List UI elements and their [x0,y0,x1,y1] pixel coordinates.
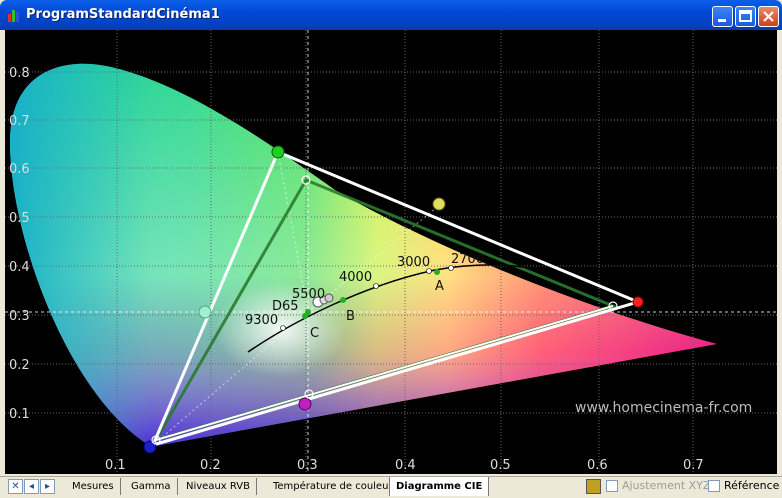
y-tick: 0.7 [9,114,30,129]
grid-icon[interactable] [586,479,601,494]
maximize-icon [739,10,752,22]
tab-mesures[interactable]: Mesures [66,478,121,495]
red-primary-point [632,296,644,308]
app-window: ProgramStandardCinéma1 0.8 0.7 0.6 0.5 0… [0,0,782,498]
ajustement-label: Ajustement XYZ [622,479,711,492]
x-tick: 0.3 [297,458,318,473]
x-tick: 0.1 [105,458,126,473]
cct-label-4000: 4000 [339,270,372,285]
y-tick: 0.3 [9,309,30,324]
illuminant-b-label: B [346,309,355,324]
close-button[interactable] [758,6,779,27]
tab-niveaux-rvb[interactable]: Niveaux RVB [180,478,257,495]
y-tick: 0.2 [9,358,30,373]
illuminant-a-label: A [435,279,444,294]
reference-checkbox[interactable] [708,480,720,492]
cyan-secondary-point [198,305,212,319]
tab-next-button[interactable]: ▸ [40,479,55,494]
tab-bar: ✕ ◂ ▸ Mesures Gamma Niveaux RVB Températ… [0,476,782,498]
y-tick: 0.5 [9,211,30,226]
y-tick: 0.1 [9,407,30,422]
y-tick: 0.4 [9,260,30,275]
spectral-locus [9,63,718,447]
x-tick: 0.6 [587,458,608,473]
b-point [340,297,346,303]
title-bar[interactable]: ProgramStandardCinéma1 [0,0,782,30]
tab-prev-button[interactable]: ◂ [24,479,39,494]
chart-app-icon [8,10,19,22]
illuminant-d65-label: D65 [272,299,299,314]
cie-diagram[interactable]: 0.8 0.7 0.6 0.5 0.4 0.3 0.2 0.1 0.1 0.2 … [5,30,777,474]
yellow-secondary-point [432,197,446,211]
x-tick: 0.4 [395,458,416,473]
x-tick: 0.5 [490,458,511,473]
tab-close-button[interactable]: ✕ [8,479,23,494]
maximize-button[interactable] [735,6,756,27]
minimize-button[interactable] [712,6,733,27]
close-icon [763,11,774,22]
magenta-secondary-point [298,397,312,411]
x-tick: 0.2 [200,458,221,473]
illuminant-c-label: C [310,326,319,341]
reference-label: Référence [724,479,780,492]
y-tick: 0.6 [9,162,30,177]
tab-temperature-couleur[interactable]: Température de couleur [267,478,400,495]
minimize-icon [718,19,726,22]
c-point [302,313,308,319]
green-primary-point [271,145,285,159]
x-tick: 0.7 [683,458,704,473]
x-axis-labels: 0.1 0.2 0.3 0.4 0.5 0.6 0.7 [105,458,704,473]
cct-label-9300: 9300 [245,313,278,328]
watermark: www.homecinema-fr.com [575,400,752,416]
tab-gamma[interactable]: Gamma [125,478,178,495]
cct-label-2700: 2700 [451,252,484,267]
cct-label-3000: 3000 [397,255,430,270]
tab-diagramme-cie[interactable]: Diagramme CIE [389,477,490,496]
ajustement-checkbox[interactable] [606,480,618,492]
y-tick: 0.8 [9,66,30,81]
blue-primary-point [143,440,157,454]
cie-chart-svg: 0.8 0.7 0.6 0.5 0.4 0.3 0.2 0.1 0.1 0.2 … [5,30,777,474]
window-title: ProgramStandardCinéma1 [26,7,220,22]
a-point [434,269,440,275]
